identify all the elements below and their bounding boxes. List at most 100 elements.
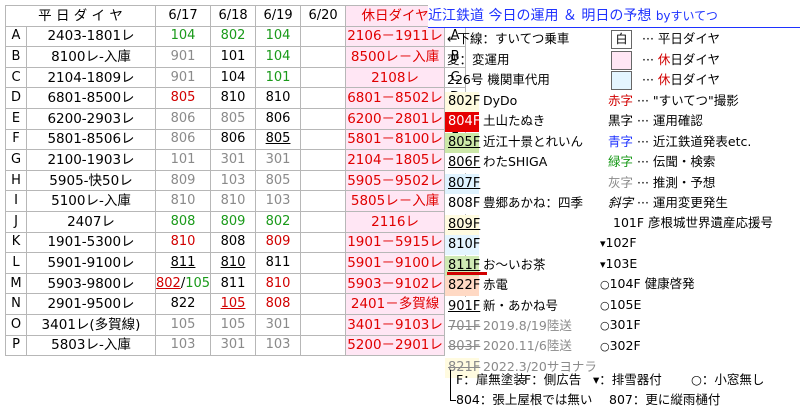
date-cell (300, 334, 347, 357)
small-car-code: 301F (609, 317, 641, 333)
holiday-cell: 2106－1911レ (345, 25, 446, 48)
car-row: 808F 豊郷あかね：四季 (445, 193, 583, 215)
date-cell: 802 (210, 25, 257, 48)
color-desc: ··· 近江鉄道発表etc. (637, 133, 752, 149)
table-row: M5903-9800レ802/1058118105903－9102レM (5, 272, 467, 295)
table-header-row: 平 日 ダ イ ヤ 6/17 6/18 6/19 6/20 休日ダイヤ (5, 5, 467, 27)
row-key: D (5, 87, 27, 109)
date-cell: 805 (154, 87, 212, 109)
holiday-cell: 5903－9102レ (345, 272, 446, 295)
row-key: G (5, 149, 27, 171)
row-key: A (5, 25, 27, 48)
car-number: 810 (265, 275, 291, 291)
car-number: 810 (170, 234, 196, 250)
date-cell: 103 (255, 334, 302, 357)
date-cell: 809 (154, 169, 212, 192)
date-cell: 810 (154, 231, 212, 254)
row-key: B (5, 46, 27, 68)
car-number: 101 (265, 69, 291, 85)
car-number: 806 (170, 131, 196, 147)
date-cell (300, 46, 347, 68)
car-number: 811 (265, 254, 291, 270)
table-row: O3401レ(多賀線)1051053013401－9103レO (5, 313, 467, 336)
legend-line: 226号 機関車代用 (447, 70, 550, 90)
legend-text: 226号 機関車代用 (447, 72, 550, 88)
car-number: 810 (220, 254, 246, 270)
small-car-row: ○104F 健康啓発 (600, 274, 695, 294)
small-car-row: 101F 彦根城世界遺産応援号 (613, 213, 773, 233)
small-car-row: ○302F (600, 336, 641, 356)
table-row: A 2403-1801レ 104 802 104 2106－1911レ A (5, 25, 467, 48)
car-code: 810F (445, 235, 480, 256)
row-key: F (5, 128, 27, 151)
date-cell: 805 (255, 128, 302, 151)
holiday-cell: 5805レ－入庫 (345, 190, 446, 212)
car-number: 104 (170, 28, 196, 44)
legend-text: 変：変運用 (447, 51, 510, 67)
small-car-row: ○105E (600, 295, 641, 315)
route-cell: 2403-1801レ (26, 25, 156, 48)
car-row: 806F わたSHIGA (445, 152, 547, 174)
row-key: N (5, 293, 27, 315)
route-cell: 2100-1903レ (26, 149, 156, 171)
car-number-alt: 105 (185, 275, 211, 291)
car-number: 805 (170, 90, 196, 106)
car-row: 807F (445, 173, 483, 194)
color-key: 緑字 (608, 154, 634, 170)
route-cell: 5905-快50レ (26, 169, 156, 192)
color-desc: ··· 伝聞・検索 (637, 154, 716, 170)
row-key: J (5, 210, 27, 233)
car-code: 806F (445, 153, 480, 174)
table-row: I5100レ-入庫8108101035805レ－入庫I (5, 190, 467, 212)
car-label: 新・あかね号 (482, 297, 558, 313)
car-number: 809 (170, 172, 196, 188)
car-label: 2020.11/6陸送 (482, 338, 572, 354)
table-row: D6801-8500レ8058108106801－8502レD (5, 87, 467, 109)
car-number: 301 (265, 316, 291, 332)
color-legend-line: 斜字 ··· 運用変更発生 (608, 193, 728, 213)
small-car-label: 彦根城世界遺産応援号 (648, 215, 774, 230)
date-cell: 805 (210, 107, 257, 130)
date-cell: 901 (154, 66, 212, 89)
table-row: H5905-快50レ8091038055905－9502レH (5, 169, 467, 192)
table-row: F5801-8506レ8068068055801－8100レF (5, 128, 467, 151)
date-cell: 808 (210, 231, 257, 254)
date-cell: 811 (154, 252, 212, 274)
car-label: 豊郷あかね：四季 (482, 195, 583, 211)
date-cell (300, 231, 347, 254)
row-key: O (5, 313, 27, 336)
holiday-cell: 5200－2901レ (345, 334, 446, 357)
table-row: G2100-1903レ1013013012104－1805レG (5, 149, 467, 171)
car-number: 808 (220, 234, 246, 250)
color-legend-line: 青字 ··· 近江鉄道発表etc. (608, 132, 751, 152)
small-car-prefix: ○ (600, 319, 610, 333)
car-number: 105 (220, 316, 246, 332)
row-key: E (5, 107, 27, 130)
date-cell: 806 (154, 107, 212, 130)
car-number: 301 (220, 337, 246, 353)
car-number: 810 (170, 193, 196, 209)
date-cell: 810 (255, 272, 302, 295)
legend-line: ←下線：すいてつ乗車 (447, 29, 569, 49)
car-number: 101 (170, 151, 196, 167)
title-by: byすいてつ (655, 9, 718, 23)
car-number: 802 (220, 28, 246, 44)
car-number: 810 (220, 90, 246, 106)
car-number: 811 (170, 254, 196, 270)
holiday-cell: 2116レ (345, 210, 446, 233)
car-number: 806 (220, 131, 246, 147)
holiday-cell: 5801－8100レ (345, 128, 446, 151)
car-number: 103 (265, 193, 291, 209)
car-number: 806 (170, 110, 196, 126)
date-cell: 806 (154, 128, 212, 151)
row-key: K (5, 231, 27, 254)
small-car-code: 103E (605, 255, 638, 271)
route-cell: 5801-8506レ (26, 128, 156, 151)
color-desc: ··· 運用変更発生 (637, 195, 728, 211)
date-cell: 104 (255, 25, 302, 48)
table-row: B 8100レ-入庫 901 101 104 8500レ－入庫 B (5, 46, 467, 68)
small-car-code: 104F (609, 276, 641, 292)
car-label: 赤電 (482, 277, 508, 293)
table-row: E6200-2903レ8068058066200－2801レE (5, 107, 467, 130)
car-row: 901F 新・あかね号 (445, 296, 558, 317)
